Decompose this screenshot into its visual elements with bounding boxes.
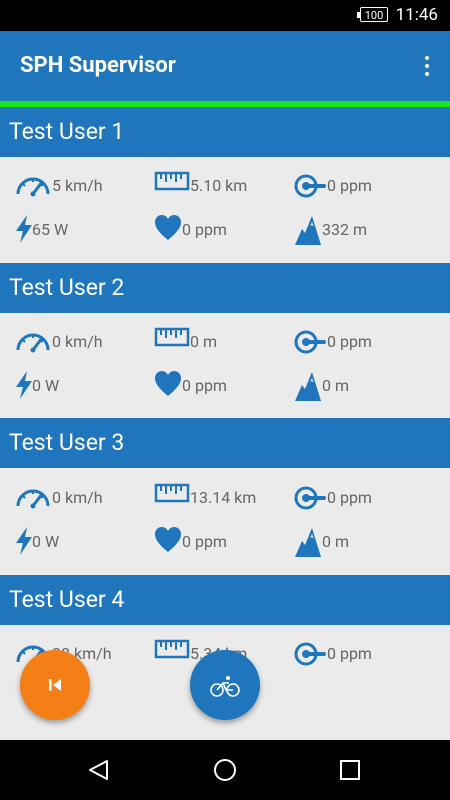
lightning-icon <box>16 215 32 243</box>
mountain-icon <box>295 528 321 557</box>
user-header-4[interactable]: Test User 4 <box>0 575 450 625</box>
cadence-stat: 0 ppm <box>294 482 444 512</box>
speed-value: 0 km/h <box>52 332 103 351</box>
home-icon[interactable] <box>212 757 238 783</box>
user-header-1[interactable]: Test User 1 <box>0 107 450 157</box>
crank-icon <box>294 174 326 198</box>
heart-stat: 0 ppm <box>154 370 294 400</box>
mountain-icon <box>295 372 321 401</box>
power-stat: 0 W <box>14 370 154 400</box>
altitude-value: 0 m <box>322 532 349 551</box>
skip-previous-icon <box>49 679 61 691</box>
speed-stat: 0 km/h <box>14 482 154 512</box>
speedometer-icon <box>16 177 50 197</box>
cadence-value: 0 ppm <box>327 644 372 663</box>
app-title: SPH Supervisor <box>20 53 176 78</box>
cyclist-icon <box>210 676 240 697</box>
distance-stat: 13.14 km <box>154 482 294 512</box>
distance-stat: 0 m <box>154 326 294 356</box>
lightning-icon <box>16 527 32 555</box>
user-name: Test User 4 <box>9 586 125 613</box>
user-header-2[interactable]: Test User 2 <box>0 263 450 313</box>
crank-icon <box>294 330 326 354</box>
recents-icon[interactable] <box>339 759 361 781</box>
user-header-3[interactable]: Test User 3 <box>0 418 450 468</box>
altitude-value: 0 m <box>322 376 349 395</box>
power-value: 0 W <box>32 376 60 395</box>
speedometer-icon <box>16 333 50 353</box>
battery-icon: 100 <box>357 7 388 22</box>
ruler-icon <box>154 171 190 191</box>
heart-icon <box>155 371 181 396</box>
speed-value: 0 km/h <box>52 488 103 507</box>
navigation-bar <box>0 740 450 800</box>
crank-icon <box>294 486 326 510</box>
speed-stat: 5 km/h <box>14 170 154 200</box>
clock: 11:46 <box>395 5 438 25</box>
heart-value: 0 ppm <box>182 220 227 239</box>
back-icon[interactable] <box>87 758 111 782</box>
crank-icon <box>294 642 326 666</box>
altitude-stat: 0 m <box>294 370 444 401</box>
cadence-value: 0 ppm <box>327 488 372 507</box>
distance-value: 13.14 km <box>190 488 257 507</box>
cadence-value: 0 ppm <box>327 332 372 351</box>
battery-level: 100 <box>364 9 384 22</box>
user-name: Test User 2 <box>9 274 125 301</box>
speedometer-icon <box>16 489 50 509</box>
lightning-icon <box>16 371 32 399</box>
power-value: 65 W <box>32 220 69 239</box>
distance-stat: 5.10 km <box>154 170 294 200</box>
heart-stat: 0 ppm <box>154 526 294 556</box>
cadence-value: 0 ppm <box>327 176 372 195</box>
altitude-stat: 332 m <box>294 214 444 245</box>
power-stat: 0 W <box>14 526 154 556</box>
user-name: Test User 1 <box>9 118 125 145</box>
speed-stat: 0 km/h <box>14 326 154 356</box>
heart-value: 0 ppm <box>182 376 227 395</box>
heart-icon <box>155 215 181 240</box>
mountain-icon <box>295 216 321 245</box>
ruler-icon <box>154 327 190 347</box>
power-stat: 65 W <box>14 214 154 244</box>
overflow-menu-icon[interactable] <box>424 56 430 78</box>
heart-icon <box>155 527 181 552</box>
cadence-stat: 0 ppm <box>294 638 444 668</box>
cycling-button[interactable] <box>190 650 260 720</box>
heart-value: 0 ppm <box>182 532 227 551</box>
distance-value: 0 m <box>190 332 217 351</box>
ruler-icon <box>154 483 190 503</box>
power-value: 0 W <box>32 532 60 551</box>
ruler-icon <box>154 639 190 659</box>
heart-stat: 0 ppm <box>154 214 294 244</box>
status-bar: 100 11:46 <box>0 0 450 31</box>
distance-value: 5.10 km <box>190 176 248 195</box>
cadence-stat: 0 ppm <box>294 170 444 200</box>
altitude-stat: 0 m <box>294 526 444 557</box>
altitude-value: 332 m <box>322 220 367 239</box>
user-name: Test User 3 <box>9 429 125 456</box>
speed-value: 5 km/h <box>52 176 103 195</box>
previous-button[interactable] <box>20 650 90 720</box>
cadence-stat: 0 ppm <box>294 326 444 356</box>
app-bar: SPH Supervisor <box>0 31 450 101</box>
